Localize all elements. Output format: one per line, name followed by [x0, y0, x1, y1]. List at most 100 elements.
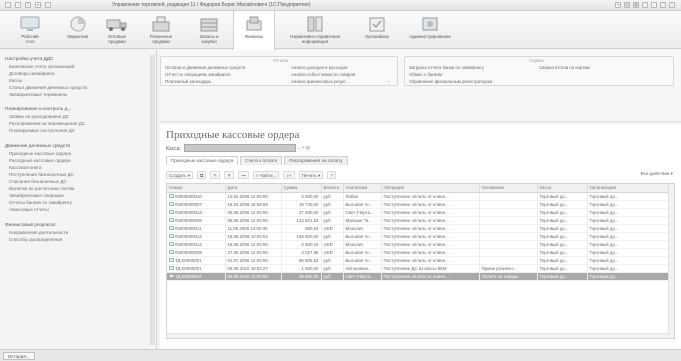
col-currency[interactable]: Валюта — [321, 184, 344, 193]
nav-item-cash-book[interactable]: Кассовая книга — [9, 165, 41, 170]
kassa-select-buttons[interactable]: ... × Q — [297, 145, 310, 150]
table-cell: 156 500,00 — [281, 232, 322, 241]
back-icon[interactable]: ‹ — [5, 2, 11, 8]
col-amount[interactable]: Сумма — [281, 184, 322, 193]
nav-item-bank-statements[interactable]: Выписки по расчетным счетам — [9, 186, 74, 191]
title-bar: ‹ › ≡ ▾ ☆ Управление торговлей, редакция… — [0, 0, 681, 11]
report-financial-results[interactable]: Анализ финансовых резул... — [291, 79, 349, 84]
delete-icon[interactable]: ✕ — [224, 171, 235, 179]
service-fiscal-register[interactable]: Управление фискальным регистратором — [409, 79, 492, 84]
section-finance[interactable]: Финансы — [233, 11, 275, 51]
service-load-bank-report[interactable]: Загрузка отчета банка по эквайрингу — [409, 65, 484, 70]
report-payment-calendar[interactable]: Платежный календарь — [165, 79, 211, 84]
calc-icon[interactable]: ▦ — [633, 2, 639, 8]
nav-group-planning[interactable]: Планирование и контроль д... — [5, 107, 71, 112]
nav-item-noncash-writeoffs[interactable]: Списания безналичных ДС — [9, 179, 67, 184]
nav-group-cash-movement[interactable]: Движение денежных средств — [5, 144, 70, 149]
table-horizontal-scrollbar[interactable] — [167, 333, 670, 338]
nav-item-advance-reports[interactable]: Авансовые отчеты — [9, 207, 49, 212]
col-kassa[interactable]: Касса — [537, 184, 588, 193]
report-cash-balances[interactable]: Остатки и движения денежных средств — [165, 65, 245, 70]
nav-item-acquiring-ops[interactable]: Эквайринговые операции — [9, 193, 64, 198]
table-row[interactable]: ТД-00000001 01.07.2009 12:00:00 86 505,53 р… — [167, 256, 671, 265]
table-row[interactable]: ТД-00000002 08.09.2010 14:06:00 38 860,00 р… — [167, 272, 671, 281]
nav-item-cash-desks[interactable]: Кассы — [9, 78, 22, 83]
copy-icon[interactable]: ⧉ — [197, 171, 207, 179]
table-cell: 00000000009 — [167, 248, 226, 257]
post-icon[interactable]: ⊶ — [238, 171, 249, 179]
nav-scroll-thumb[interactable] — [151, 55, 155, 345]
col-number[interactable]: Номер — [167, 184, 226, 193]
table-row[interactable]: 00000000008 08.05.2009 12:00:00 122 601,53… — [167, 216, 671, 225]
table-row[interactable]: 00000000009 27.05.2009 12:00:00 3 027,58 US… — [167, 248, 671, 257]
link-icon[interactable]: ⚭ — [615, 2, 621, 8]
section-stock[interactable]: Запасы и закупки — [190, 11, 228, 49]
nav-scrollbar[interactable] — [150, 55, 155, 345]
kassa-input[interactable] — [184, 144, 296, 152]
nav-item-noncash-receipts[interactable]: Поступления безналичных ДС — [9, 172, 74, 177]
table-row[interactable]: ТД-00000001 05.09.2010 18:03:27 1 500,00 ру… — [167, 264, 671, 273]
nav-item-acquiring-contracts[interactable]: Договоры эквайринга — [9, 71, 55, 76]
section-admin[interactable]: Администрирование — [402, 11, 458, 49]
nav-item-terminals[interactable]: Эквайринговые терминалы — [9, 92, 67, 97]
service-bank-exchange[interactable]: Обмен с банком — [409, 72, 442, 77]
find-button[interactable]: ⌕ Найти... — [252, 171, 280, 179]
cell-text: 00000000010 — [175, 193, 202, 199]
all-actions-button[interactable]: Все действия ▾ — [641, 171, 673, 177]
tab-payment-orders[interactable]: Распоряжения на оплату — [284, 156, 348, 165]
nav-item-cashflow-items[interactable]: Статьи движения денежных средств — [9, 85, 87, 90]
table-vertical-scrollbar[interactable] — [668, 184, 674, 338]
table-row[interactable]: 00000000014 15.05.2009 10:00:02 156 500,00… — [167, 232, 671, 241]
section-organizer[interactable]: Органайзер — [357, 11, 397, 49]
edit-icon[interactable]: ✎ — [210, 171, 221, 179]
table-row[interactable]: 00000000007 16.04.2009 15:58:58 19 740,00 р… — [167, 200, 671, 209]
table-row[interactable]: 00000000012 16.05.2009 12:00:00 2 600,16 US… — [167, 240, 671, 249]
create-button[interactable]: Создать ▾ — [166, 171, 194, 179]
minimize-icon[interactable]: – — [651, 2, 657, 8]
col-date[interactable]: Дата — [225, 184, 282, 193]
section-retail[interactable]: Розничные продажи — [141, 11, 181, 49]
col-basis[interactable]: Основание — [479, 184, 538, 193]
menu-icon[interactable]: ≡ — [25, 2, 31, 8]
help-icon[interactable]: ? — [327, 171, 336, 179]
col-analytics[interactable]: Аналитика — [343, 184, 382, 193]
section-wholesale[interactable]: Оптовые продажи — [101, 11, 133, 49]
forward-icon[interactable]: › — [15, 2, 21, 8]
col-operation[interactable]: Операция — [381, 184, 480, 193]
nav-item-activity-directions[interactable]: Направления деятельности — [9, 230, 68, 235]
print-button[interactable]: Печать ▾ — [298, 171, 324, 179]
table-row[interactable]: 00000000013 06.05.2009 12:00:00 37 400,00 р… — [167, 208, 671, 217]
close-icon[interactable]: × — [669, 2, 675, 8]
nav-item-expense-requests[interactable]: Заявки на расходование ДС — [9, 114, 69, 119]
section-marketing[interactable]: Маркетинг — [60, 11, 96, 49]
dropdown-icon[interactable]: ▾ — [35, 2, 41, 8]
table-cell: 00000000007 — [167, 200, 226, 209]
nav-item-planned-receipts[interactable]: Планируемые поступления ДС — [9, 128, 75, 133]
report-income-expense[interactable]: Анализ доходов и расходов — [291, 65, 348, 70]
expand-chevron-icon[interactable]: ⌄ — [387, 78, 391, 84]
nav-item-bank-acquiring-reports[interactable]: Отчеты банков по эквайрингу — [9, 200, 72, 205]
nav-item-transfer-orders[interactable]: Распоряжения на перемещение ДС — [9, 121, 85, 126]
print-icon[interactable]: ▤ — [624, 2, 630, 8]
col-organization[interactable]: Организация — [587, 184, 671, 193]
info-icon[interactable]: i — [642, 2, 648, 8]
maximize-icon[interactable]: □ — [660, 2, 666, 8]
tab-cash-receipts[interactable]: Приходные кассовые ордера — [166, 156, 239, 165]
nav-item-distribution-methods[interactable]: Способы распределения — [9, 237, 62, 242]
section-desktop[interactable]: Рабочий стол — [12, 11, 48, 49]
nav-item-cash-receipts[interactable]: Приходные кассовые ордера — [9, 151, 71, 156]
nav-group-financial-result[interactable]: Финансовый результат — [5, 223, 56, 228]
favorites-icon[interactable]: ☆ — [45, 2, 51, 8]
report-cost-analysis[interactable]: Анализ себестоимости товаров — [291, 72, 355, 77]
cancel-search-icon[interactable]: ⌕× — [283, 171, 295, 179]
tab-invoices[interactable]: Счета к оплате — [240, 156, 283, 165]
service-card-reconciliation[interactable]: Сверка итогов по картам — [539, 65, 590, 70]
table-row[interactable]: 00000000010 10.04.2009 12:00:00 2 500,00 ру… — [167, 192, 671, 201]
table-row[interactable]: 00000000011 11.05.2009 12:00:00 850,04 USD М… — [167, 224, 671, 233]
report-acquiring-ops[interactable]: Отчет по операциям эквайринга — [165, 72, 231, 77]
section-reference[interactable]: Нормативно-справочная информация — [282, 11, 348, 49]
nav-group-settings[interactable]: Настройка учета ДДС — [5, 57, 53, 62]
history-button[interactable]: История... — [3, 352, 35, 360]
nav-item-bank-accounts[interactable]: Банковские счета организаций — [9, 64, 75, 69]
nav-item-cash-outflows[interactable]: Расходные кассовые ордера — [9, 158, 71, 163]
